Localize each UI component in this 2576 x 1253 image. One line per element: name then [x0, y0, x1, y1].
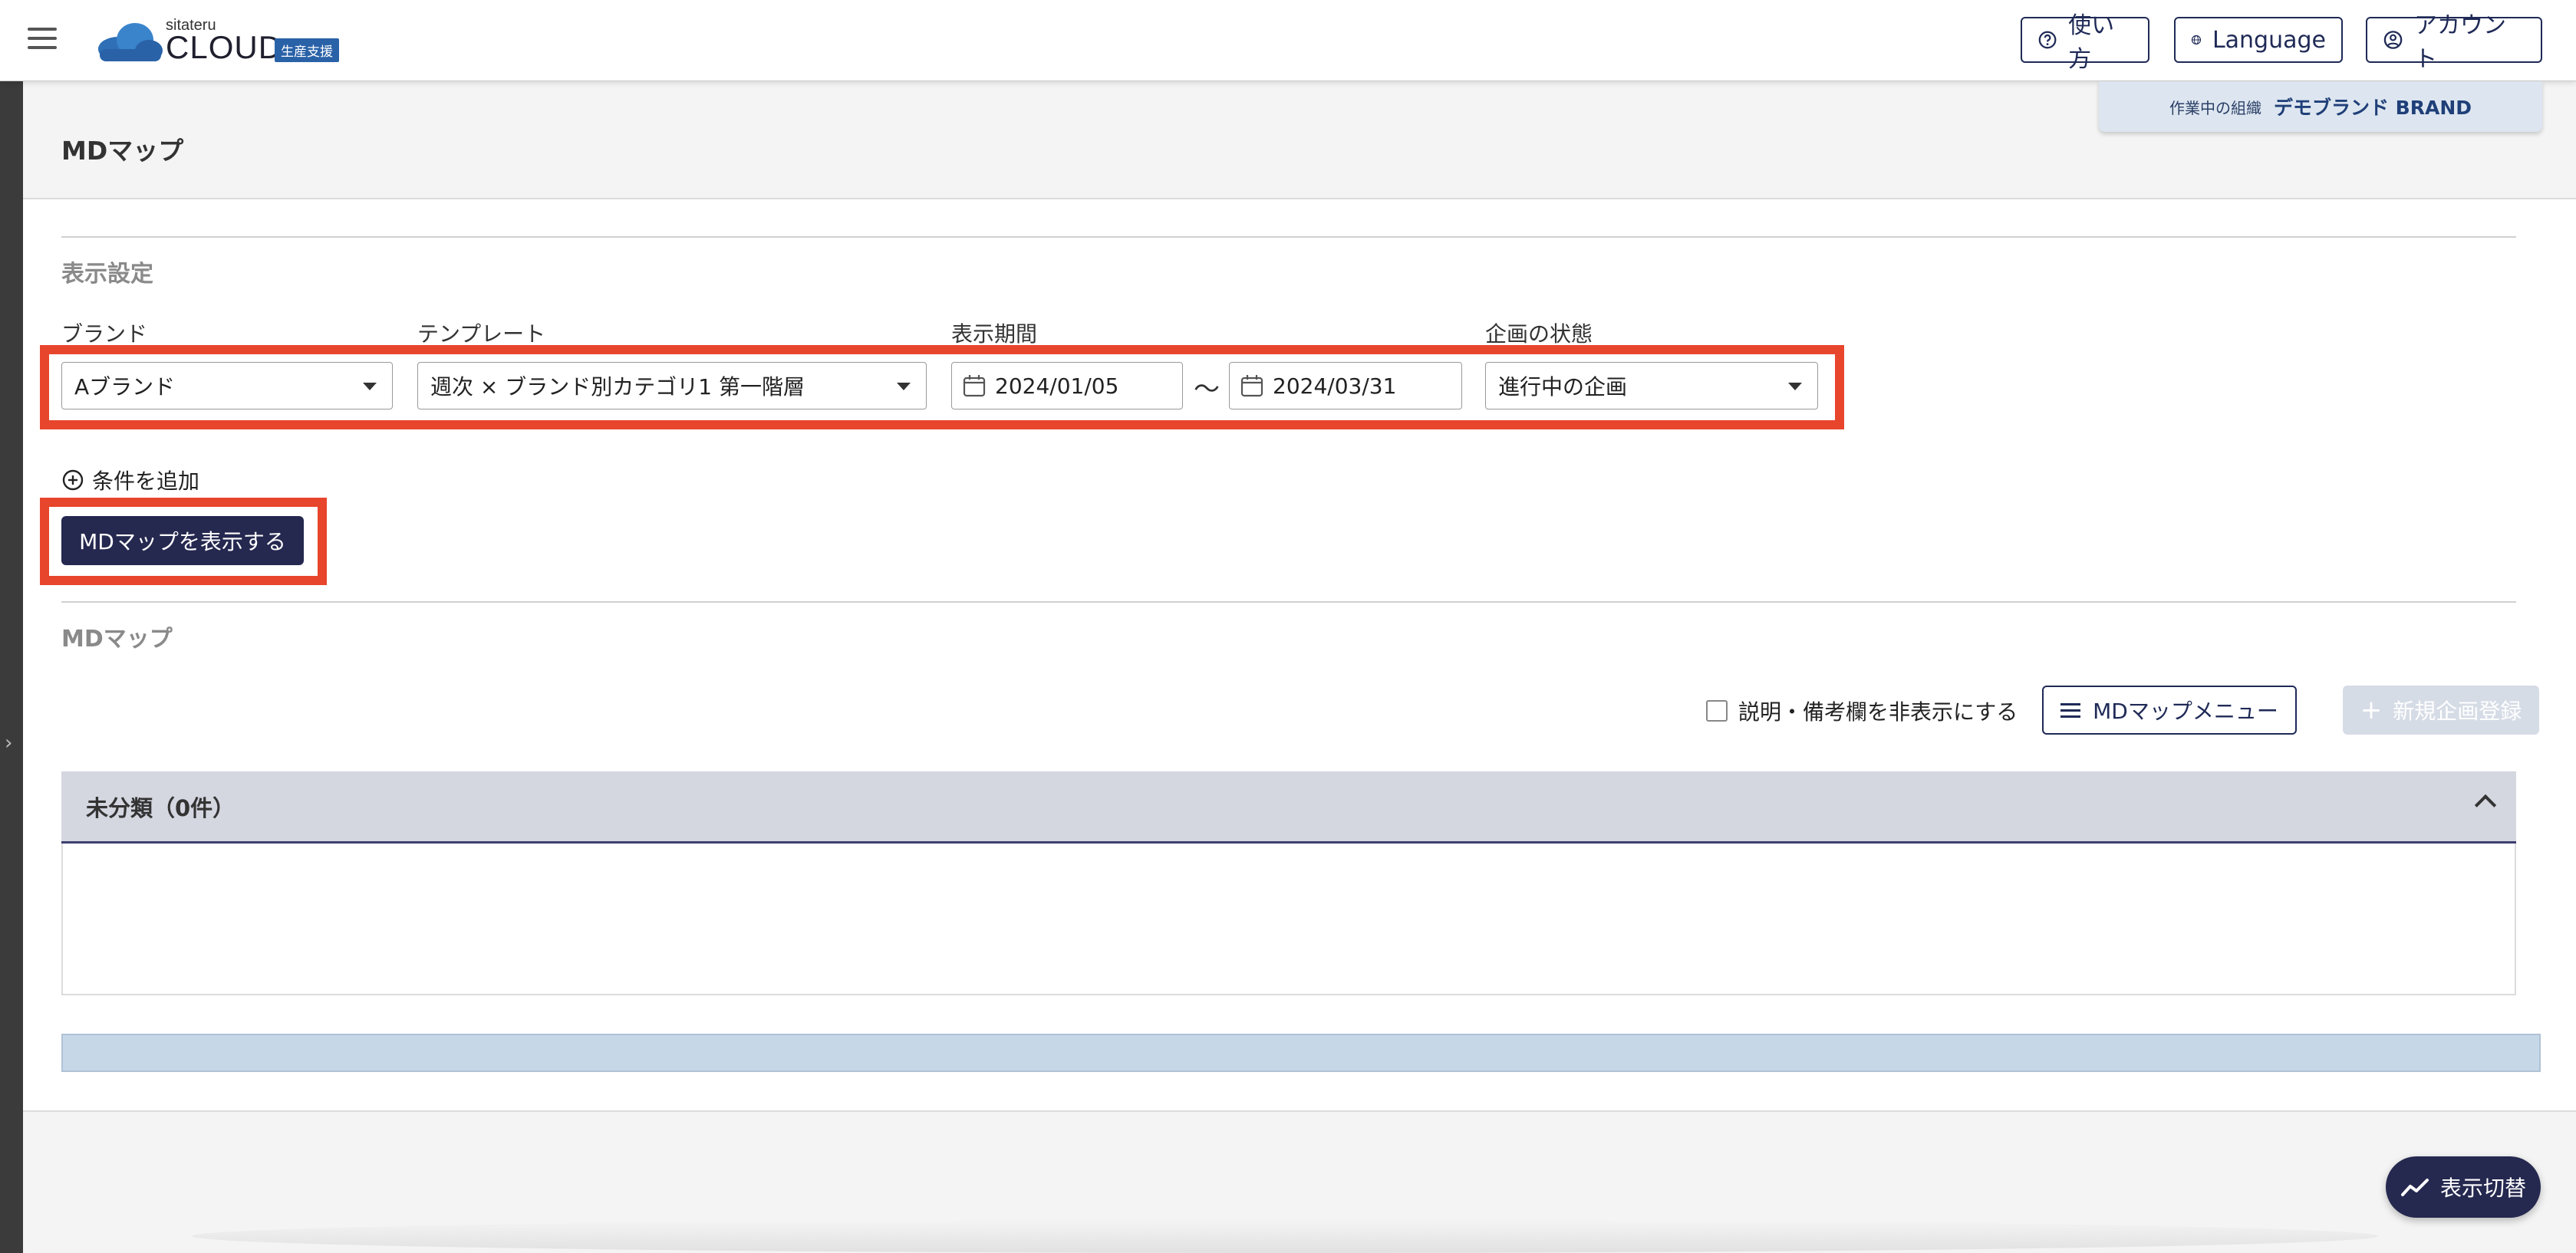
uncategorized-accordion: 未分類（0件）: [61, 771, 2516, 995]
hide-notes-toggle[interactable]: 説明・備考欄を非表示にする: [1706, 696, 2018, 726]
accordion-header[interactable]: 未分類（0件）: [61, 771, 2516, 844]
display-settings-heading: 表示設定: [61, 261, 153, 288]
current-org-tab: 作業中の組織 デモブランド BRAND: [2099, 81, 2542, 132]
calendar-icon: [963, 375, 986, 397]
account-label: アカウント: [2414, 12, 2507, 73]
plan-state-select[interactable]: 進行中の企画: [1485, 362, 1818, 409]
logo-badge: 生産支援: [275, 38, 339, 62]
plus-icon: +: [2360, 695, 2383, 725]
language-button[interactable]: Language: [2174, 17, 2343, 63]
caret-down-icon: [1788, 383, 1802, 390]
new-plan-label: 新規企画登録: [2393, 699, 2522, 724]
view-toggle-label: 表示切替: [2439, 1176, 2526, 1201]
expand-chevron-icon[interactable]: ›: [5, 732, 12, 755]
period-start-value: 2024/01/05: [995, 373, 1119, 399]
page-title: MDマップ: [61, 136, 184, 166]
hide-notes-checkbox[interactable]: [1706, 700, 1728, 722]
plus-circle-icon: [62, 469, 84, 491]
main-content: 表示設定 ブランド テンプレート 表示期間 企画の状態 Aブランド 週次 × ブ…: [23, 199, 2576, 1112]
list-icon: [2060, 699, 2081, 722]
brand-select[interactable]: Aブランド: [61, 362, 393, 409]
chevron-up-icon[interactable]: [2474, 794, 2497, 817]
globe-icon: [2191, 35, 2202, 45]
question-circle-icon: [2038, 31, 2057, 49]
new-plan-button[interactable]: + 新規企画登録: [2343, 686, 2539, 735]
help-label: 使い方: [2068, 12, 2115, 73]
org-label: 作業中の組織: [2169, 98, 2261, 117]
trend-chart-icon: [2400, 1179, 2429, 1196]
add-condition-label: 条件を追加: [92, 469, 200, 494]
template-select[interactable]: 週次 × ブランド別カテゴリ1 第一階層: [417, 362, 927, 409]
show-md-map-button[interactable]: MDマップを表示する: [61, 516, 304, 565]
period-label: 表示期間: [951, 321, 1038, 347]
accordion-body: [61, 844, 2516, 995]
add-condition-link[interactable]: 条件を追加: [61, 465, 199, 495]
language-label: Language: [2212, 26, 2326, 54]
help-button[interactable]: 使い方: [2021, 12, 2149, 73]
plan-state-label: 企画の状態: [1485, 321, 1593, 347]
caret-down-icon: [363, 383, 377, 390]
period-separator: 〜: [1194, 374, 1220, 405]
hamburger-menu-icon[interactable]: [28, 28, 57, 51]
plan-state-select-value: 進行中の企画: [1498, 374, 1628, 400]
cloud-logo-icon: [98, 23, 163, 61]
accordion-title: 未分類（0件）: [86, 794, 236, 821]
divider: [61, 236, 2516, 238]
period-end-value: 2024/03/31: [1273, 373, 1397, 399]
period-start-input[interactable]: 2024/01/05: [951, 362, 1183, 409]
calendar-icon: [1240, 375, 1263, 397]
divider: [61, 601, 2516, 603]
md-map-menu-button[interactable]: MDマップメニュー: [2042, 686, 2297, 735]
template-select-value: 週次 × ブランド別カテゴリ1 第一階層: [430, 374, 805, 400]
md-map-menu-label: MDマップメニュー: [2093, 699, 2278, 724]
hide-notes-label: 説明・備考欄を非表示にする: [1738, 699, 2018, 725]
bottom-shadow: [192, 1219, 2378, 1253]
brand-label: ブランド: [61, 321, 148, 347]
caret-down-icon: [897, 383, 911, 390]
md-map-heading: MDマップ: [61, 626, 173, 653]
user-circle-icon: [2383, 31, 2403, 49]
view-toggle-button[interactable]: 表示切替: [2386, 1156, 2541, 1218]
brand-select-value: Aブランド: [74, 374, 176, 400]
app-header: sitateru CLOUD 生産支援 使い方 Language アカウント: [0, 0, 2576, 81]
logo-main-text: CLOUD: [166, 29, 283, 65]
account-button[interactable]: アカウント: [2366, 12, 2542, 73]
horizontal-scrollbar[interactable]: [61, 1034, 2541, 1072]
org-name: デモブランド BRAND: [2273, 97, 2472, 119]
app-logo[interactable]: sitateru CLOUD 生産支援: [95, 14, 356, 69]
template-label: テンプレート: [417, 321, 546, 347]
period-end-input[interactable]: 2024/03/31: [1229, 362, 1462, 409]
side-rail[interactable]: ›: [0, 81, 23, 1253]
